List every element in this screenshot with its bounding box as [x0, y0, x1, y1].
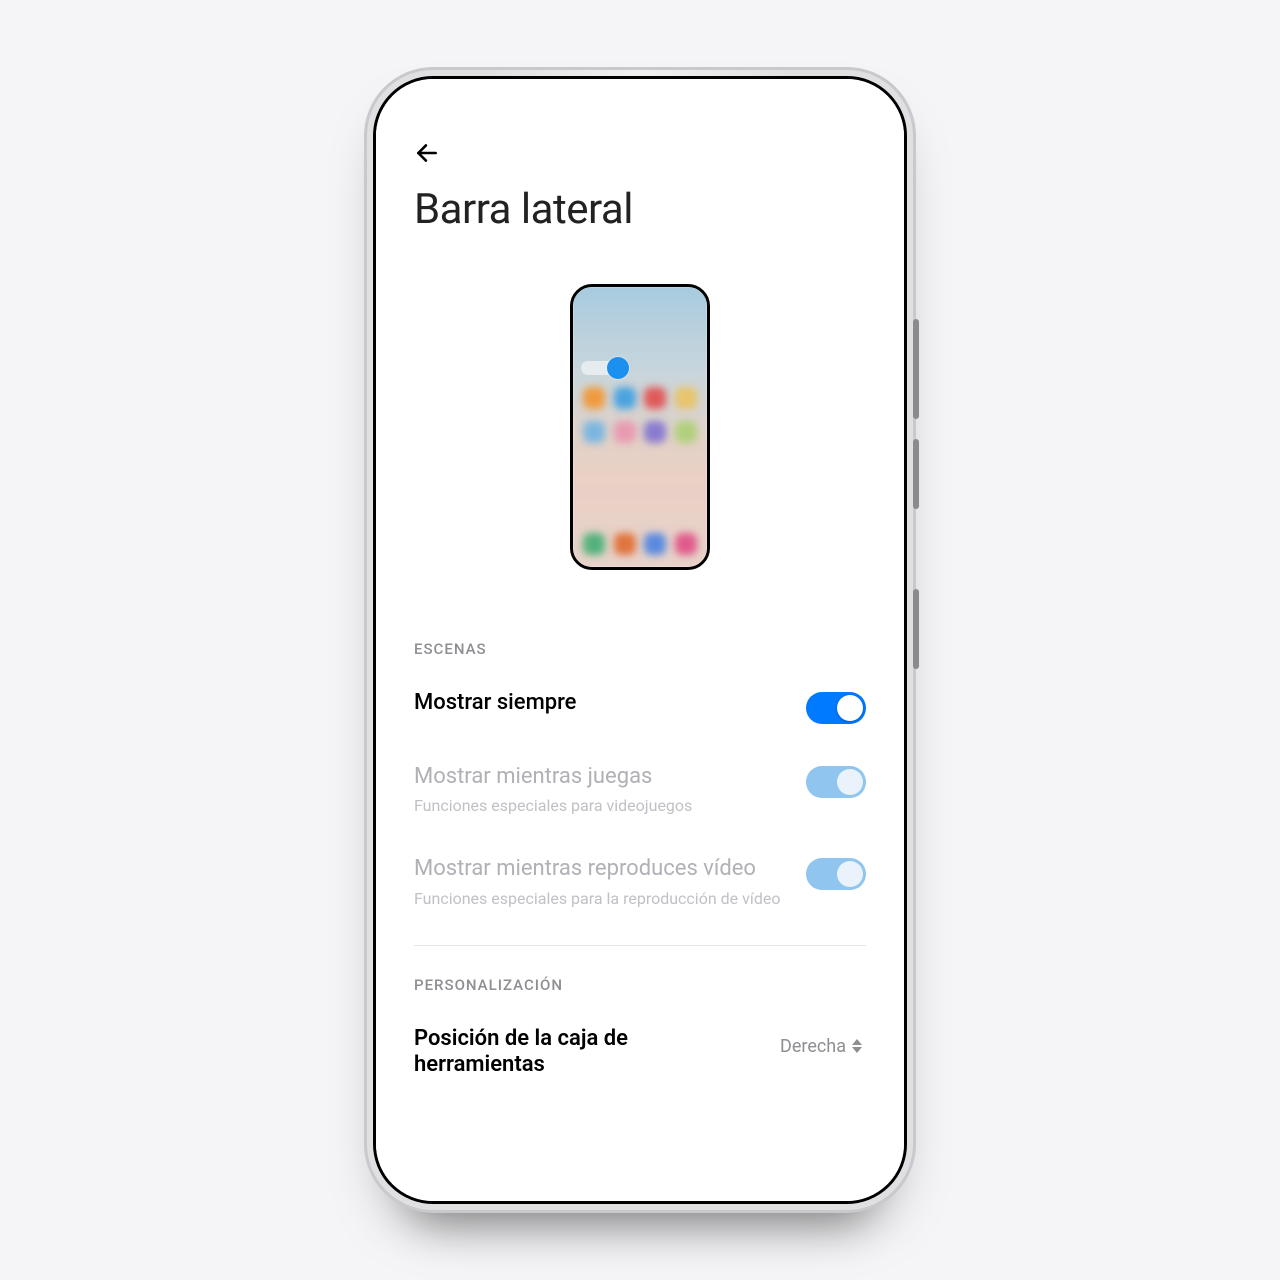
section-label-scenes: ESCENAS [414, 640, 866, 658]
phone-frame: Barra lateral [373, 76, 907, 1204]
setting-row-show-while-video: Mostrar mientras reproduces vídeo Funcio… [414, 842, 866, 934]
sidebar-drag-dot [607, 357, 629, 379]
value-cell-toolbox-position[interactable]: Derecha [780, 1036, 866, 1057]
divider [414, 945, 866, 946]
power-button [913, 589, 919, 669]
row-title: Mostrar mientras reproduces vídeo [414, 856, 786, 882]
row-subtitle: Funciones especiales para la reproducció… [414, 889, 786, 909]
row-title: Posición de la caja de herramientas [414, 1026, 760, 1079]
row-title: Mostrar mientras juegas [414, 764, 786, 790]
page-title: Barra lateral [414, 185, 866, 234]
setting-row-show-while-gaming: Mostrar mientras juegas Funciones especi… [414, 750, 866, 842]
chevron-updown-icon [852, 1039, 866, 1053]
screen: Barra lateral [376, 79, 904, 1201]
sidebar-preview [414, 284, 866, 570]
value-text: Derecha [780, 1036, 846, 1057]
toggle-show-while-video [806, 858, 866, 890]
toggle-show-while-gaming [806, 766, 866, 798]
volume-up-button [913, 319, 919, 419]
back-button[interactable] [414, 139, 442, 167]
row-title: Mostrar siempre [414, 690, 786, 716]
mini-phone [570, 284, 710, 570]
volume-down-button [913, 439, 919, 509]
row-subtitle: Funciones especiales para videojuegos [414, 796, 786, 816]
setting-row-toolbox-position[interactable]: Posición de la caja de herramientas Dere… [414, 1012, 866, 1119]
arrow-left-icon [414, 140, 440, 166]
toggle-show-always[interactable] [806, 692, 866, 724]
section-label-personalization: PERSONALIZACIÓN [414, 976, 866, 994]
setting-row-show-always[interactable]: Mostrar siempre [414, 676, 866, 750]
